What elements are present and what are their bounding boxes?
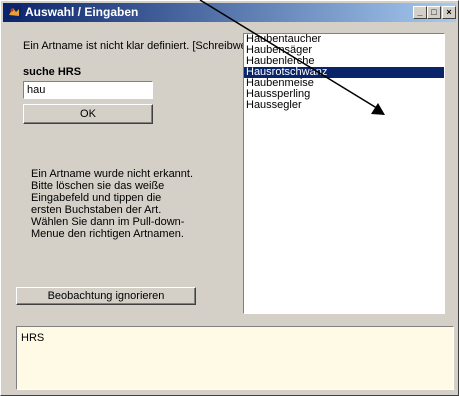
output-field: HRS [16, 326, 454, 390]
ok-button[interactable]: OK [23, 104, 153, 124]
species-list[interactable]: Haubentaucher Haubensäger Haubenlerche H… [243, 33, 445, 314]
ignore-observation-button[interactable]: Beobachtung ignorieren [16, 287, 196, 305]
minimize-button[interactable]: _ [413, 6, 427, 19]
app-icon [7, 5, 21, 19]
title-bar[interactable]: Auswahl / Eingaben _ □ × [3, 3, 456, 22]
maximize-button[interactable]: □ [427, 6, 441, 19]
undefined-name-message: Ein Artname ist nicht klar definiert. [S… [23, 40, 259, 52]
search-input[interactable] [23, 81, 153, 99]
search-label: suche HRS [23, 66, 82, 78]
hint-line: Ein Artname wurde nicht erkannt. [31, 168, 194, 180]
hint-line: Bitte löschen sie das weiße [31, 180, 165, 192]
window-title: Auswahl / Eingaben [25, 5, 139, 19]
hint-line: ersten Buchstaben der Art. [31, 204, 162, 216]
hint-line: Menue den richtigen Artnamen. [31, 228, 184, 240]
dialog-window: Auswahl / Eingaben _ □ × Ein Artname ist… [0, 0, 459, 396]
hint-line: Wählen Sie dann im Pull-down- [31, 216, 185, 228]
list-item[interactable]: Haussegler [244, 100, 444, 111]
close-button[interactable]: × [442, 6, 456, 19]
hint-line: Eingabefeld und tippen die [31, 192, 162, 204]
hint-text: Ein Artname wurde nicht erkannt. Bitte l… [31, 168, 221, 240]
output-text: HRS [21, 332, 45, 344]
